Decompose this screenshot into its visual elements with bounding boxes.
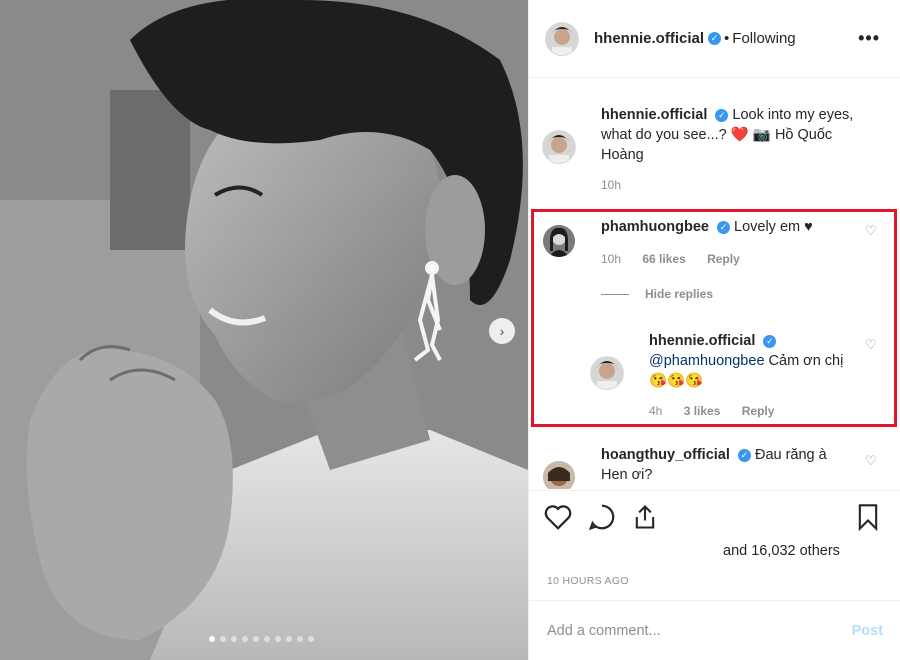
- reply-time[interactable]: 4h: [649, 404, 662, 418]
- commenter-username[interactable]: hoangthuy_official: [601, 447, 730, 463]
- like-comment-heart-icon[interactable]: ♡: [865, 223, 877, 239]
- caption-avatar[interactable]: [543, 131, 575, 163]
- post-side-pane: hhennie.official ✓ • Following ••• hhenn…: [528, 0, 900, 660]
- commenter-avatar[interactable]: [543, 225, 575, 257]
- comment-reply: hhennie.official ✓ @phamhuongbee Cảm ơn …: [543, 331, 887, 421]
- verified-badge-icon: ✓: [763, 334, 777, 348]
- comment-hoangthuy: hoangthuy_official ✓ Đau răng à Hen ơi? …: [543, 445, 887, 489]
- comment-time[interactable]: 10h: [601, 252, 621, 266]
- reply-mention-link[interactable]: @phamhuongbee: [649, 353, 765, 369]
- commenter-username[interactable]: phamhuongbee: [601, 219, 709, 235]
- post-timestamp[interactable]: 10 HOURS AGO: [547, 575, 629, 587]
- hide-replies-label: Hide replies: [645, 287, 714, 301]
- caption-time[interactable]: 10h: [601, 178, 621, 192]
- verified-badge-icon: ✓: [716, 220, 730, 234]
- carousel-dot: [242, 636, 248, 642]
- portrait-image: [0, 0, 528, 660]
- like-reply-heart-icon[interactable]: ♡: [865, 337, 877, 353]
- instagram-post: › hhennie.official ✓ • Following ••• hhe…: [0, 0, 900, 660]
- comment-likes[interactable]: 66 likes: [642, 252, 685, 266]
- save-bookmark-icon[interactable]: [855, 503, 881, 536]
- commenter-avatar[interactable]: [543, 461, 575, 489]
- carousel-dot: [264, 636, 270, 642]
- carousel-dot: [308, 636, 314, 642]
- reply-likes[interactable]: 3 likes: [684, 404, 721, 418]
- like-heart-icon[interactable]: [543, 503, 573, 536]
- more-options-icon[interactable]: •••: [858, 28, 880, 49]
- post-comment-button[interactable]: Post: [852, 623, 883, 639]
- comments-list: hhennie.official ✓ Look into my eyes, wh…: [529, 79, 900, 489]
- carousel-dot: [253, 636, 259, 642]
- divider-line: [601, 293, 629, 295]
- post-header: hhennie.official ✓ • Following •••: [529, 0, 900, 78]
- header-separator: •: [724, 30, 730, 47]
- reply-reply-button[interactable]: Reply: [742, 404, 775, 418]
- post-photo[interactable]: ›: [0, 0, 528, 660]
- add-comment-input[interactable]: [547, 622, 827, 639]
- verified-badge-icon: ✓: [737, 448, 751, 462]
- comment-phamhuongbee: phamhuongbee ✓ Lovely em ♥ ♡ 10h 66 like…: [543, 217, 887, 297]
- carousel-dot: [231, 636, 237, 642]
- comment-text: Lovely em ♥: [734, 219, 813, 235]
- carousel-next-button[interactable]: ›: [489, 318, 515, 344]
- chevron-right-icon: ›: [499, 323, 505, 339]
- reply-avatar[interactable]: [591, 357, 623, 389]
- caption-comment: hhennie.official ✓ Look into my eyes, wh…: [543, 107, 887, 201]
- share-icon[interactable]: [631, 503, 659, 536]
- carousel-dot: [297, 636, 303, 642]
- comment-bubble-icon[interactable]: [587, 503, 617, 536]
- like-comment-heart-icon[interactable]: ♡: [865, 453, 877, 469]
- author-avatar[interactable]: [546, 22, 578, 55]
- verified-badge-icon: ✓: [715, 108, 729, 122]
- add-comment-bar: Post: [529, 600, 900, 660]
- hide-replies-button[interactable]: Hide replies: [601, 287, 713, 301]
- reply-username[interactable]: hhennie.official: [649, 333, 755, 349]
- carousel-dot: [209, 636, 215, 642]
- comment-reply-button[interactable]: Reply: [707, 252, 740, 266]
- carousel-dot: [275, 636, 281, 642]
- caption-username[interactable]: hhennie.official: [601, 107, 707, 123]
- post-actions: and 16,032 others 10 HOURS AGO: [529, 490, 900, 600]
- carousel-dot: [286, 636, 292, 642]
- following-button[interactable]: Following: [732, 30, 795, 47]
- likes-count[interactable]: and 16,032 others: [723, 543, 840, 559]
- verified-badge-icon: ✓: [708, 32, 722, 45]
- carousel-dots: [209, 636, 314, 642]
- author-username[interactable]: hhennie.official: [594, 30, 704, 47]
- carousel-dot: [220, 636, 226, 642]
